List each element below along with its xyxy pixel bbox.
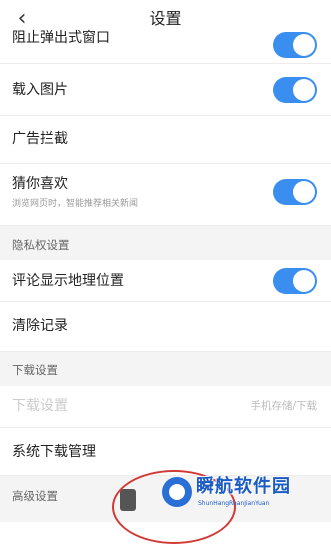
section-header-download: 下载设置: [0, 352, 331, 386]
setting-row-block-popup: 阻止弹出式窗口: [0, 30, 331, 64]
toggle-knob: [293, 34, 315, 56]
setting-label: 系统下载管理: [12, 444, 96, 460]
setting-row-system-download[interactable]: 系统下载管理: [0, 428, 331, 476]
setting-row-clear-records[interactable]: 清除记录: [0, 302, 331, 352]
setting-label: 广告拦截: [12, 131, 68, 147]
section-label: 隐私权设置: [12, 238, 70, 252]
section-label: 下载设置: [12, 363, 58, 377]
toggle-knob: [293, 181, 315, 203]
page-title: 设置: [149, 9, 182, 28]
show-location-toggle[interactable]: [273, 268, 317, 294]
setting-row-ad-block[interactable]: 广告拦截: [0, 116, 331, 164]
setting-label: 评论显示地理位置: [12, 273, 124, 289]
setting-row-guess-like: 猜你喜欢 浏览网页时，智能推荐相关新闻: [0, 164, 331, 226]
watermark-logo-icon: [162, 477, 192, 507]
setting-label: 下载设置: [12, 398, 68, 414]
setting-label: 载入图片: [12, 82, 68, 98]
download-path-value: 手机存储/下载: [250, 400, 317, 412]
watermark-logo-core: [169, 484, 185, 500]
toggle-knob: [293, 79, 315, 101]
setting-description: 浏览网页时，智能推荐相关新闻: [12, 199, 139, 209]
setting-label: 猜你喜欢: [12, 176, 68, 192]
setting-row-show-location: 评论显示地理位置: [0, 260, 331, 302]
guess-like-toggle[interactable]: [273, 179, 317, 205]
toggle-knob: [293, 270, 315, 292]
setting-label: 阻止弹出式窗口: [12, 30, 110, 46]
watermark-text: 瞬航软件园: [196, 476, 291, 497]
setting-row-download-settings: 下载设置 手机存储/下载: [0, 386, 331, 428]
load-images-toggle[interactable]: [273, 77, 317, 103]
section-header-privacy: 隐私权设置: [0, 226, 331, 260]
section-label: 高级设置: [12, 489, 58, 503]
block-popup-toggle[interactable]: [273, 32, 317, 58]
watermark-subtext: ShunHangRuanJianYuan: [198, 500, 270, 507]
setting-row-load-images: 载入图片: [0, 64, 331, 116]
watermark: 瞬航软件园 ShunHangRuanJianYuan: [162, 475, 302, 519]
setting-label: 清除记录: [12, 318, 68, 334]
